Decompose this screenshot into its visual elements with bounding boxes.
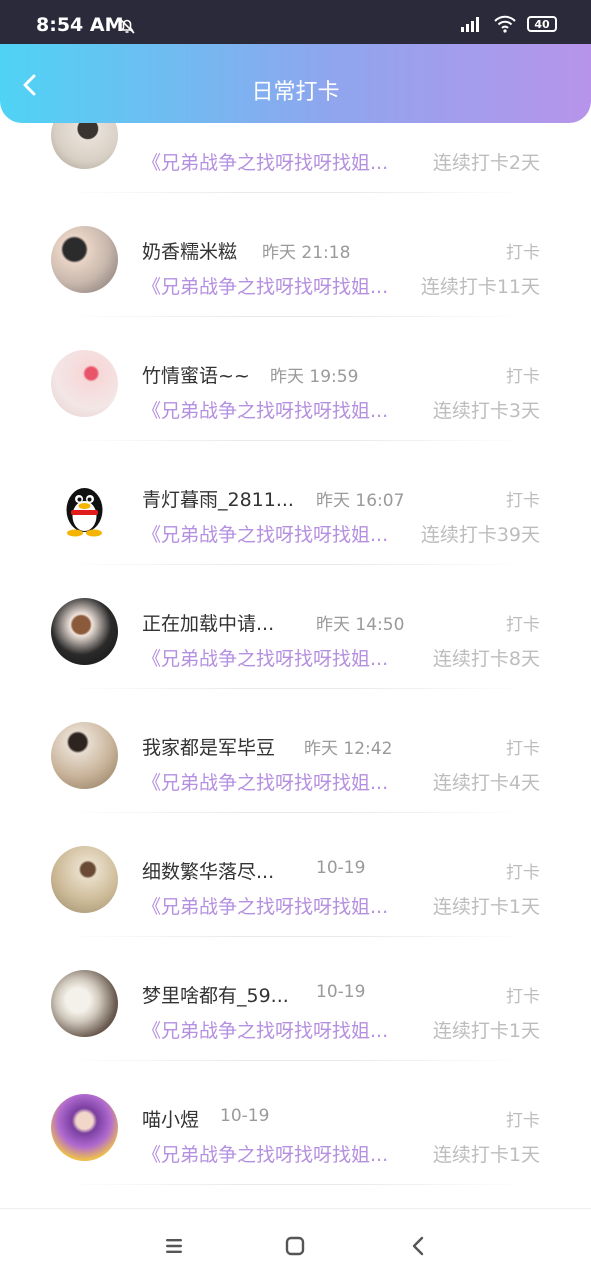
battery-icon: 40 — [527, 16, 557, 32]
user-name: 竹情蜜语~~ — [142, 365, 250, 387]
checkin-tag: 打卡 — [506, 863, 540, 883]
list-item[interactable]: 奶香糯米糍 昨天 21:18 打卡 《兄弟战争之找呀找呀找姐... 连续打卡11… — [0, 193, 591, 317]
avatar — [51, 970, 118, 1037]
list-item[interactable]: 正在加载中请... 昨天 14:50 打卡 《兄弟战争之找呀找呀找姐... 连续… — [0, 565, 591, 689]
signal-icon — [461, 17, 479, 32]
streak-count: 连续打卡11天 — [420, 276, 540, 298]
list-item[interactable]: 我家都是军毕豆 昨天 12:42 打卡 《兄弟战争之找呀找呀找姐... 连续打卡… — [0, 689, 591, 813]
user-name: 喵小煜 — [142, 1109, 200, 1131]
avatar — [51, 598, 118, 665]
menu-icon[interactable] — [161, 1233, 187, 1259]
streak-count: 连续打卡3天 — [432, 400, 540, 422]
checkin-time: 昨天 12:42 — [304, 739, 393, 759]
list-item[interactable]: 竹情蜜语~~ 昨天 19:59 打卡 《兄弟战争之找呀找呀找姐... 连续打卡3… — [0, 317, 591, 441]
battery-level: 40 — [534, 17, 550, 31]
checkin-time: 10-19 — [220, 1106, 270, 1126]
streak-count: 连续打卡1天 — [432, 1144, 540, 1166]
book-title: 《兄弟战争之找呀找呀找姐... — [142, 1020, 389, 1042]
status-time: 8:54 AM — [36, 14, 124, 36]
checkin-time: 10-19 — [316, 982, 366, 1002]
user-name: 正在加载中请... — [142, 613, 275, 635]
book-title: 《兄弟战争之找呀找呀找姐... — [142, 896, 389, 918]
streak-count: 连续打卡2天 — [432, 152, 540, 174]
list-item[interactable]: 《兄弟战争之找呀找呀找姐... 连续打卡2天 — [0, 123, 591, 193]
checkin-tag: 打卡 — [506, 243, 540, 263]
back-icon[interactable] — [406, 1233, 432, 1259]
divider — [60, 1184, 531, 1185]
checkin-time: 昨天 16:07 — [316, 491, 405, 511]
avatar — [51, 1094, 118, 1161]
user-name: 我家都是军毕豆 — [142, 737, 276, 759]
list-item[interactable]: 梦里啥都有_59... 10-19 打卡 《兄弟战争之找呀找呀找姐... 连续打… — [0, 937, 591, 1061]
book-title: 《兄弟战争之找呀找呀找姐... — [142, 276, 389, 298]
user-name: 细数繁华落尽... — [142, 861, 275, 883]
user-name: 奶香糯米糍 — [142, 241, 238, 263]
avatar — [51, 722, 118, 789]
list-item[interactable]: 喵小煜 10-19 打卡 《兄弟战争之找呀找呀找姐... 连续打卡1天 — [0, 1061, 591, 1185]
book-title: 《兄弟战争之找呀找呀找姐... — [142, 772, 389, 794]
book-title: 《兄弟战争之找呀找呀找姐... — [142, 524, 389, 546]
page-title: 日常打卡 — [251, 80, 340, 105]
checkin-time: 昨天 21:18 — [262, 243, 351, 263]
checkin-tag: 打卡 — [506, 615, 540, 635]
checkin-tag: 打卡 — [506, 1111, 540, 1131]
list-item[interactable]: 青灯暮雨_2811... 昨天 16:07 打卡 《兄弟战争之找呀找呀找姐...… — [0, 441, 591, 565]
streak-count: 连续打卡4天 — [432, 772, 540, 794]
streak-count: 连续打卡1天 — [432, 896, 540, 918]
book-title: 《兄弟战争之找呀找呀找姐... — [142, 152, 389, 174]
checkin-tag: 打卡 — [506, 739, 540, 759]
book-title: 《兄弟战争之找呀找呀找姐... — [142, 400, 389, 422]
checkin-tag: 打卡 — [506, 367, 540, 387]
avatar — [51, 226, 118, 293]
list-item[interactable]: 细数繁华落尽... 10-19 打卡 《兄弟战争之找呀找呀找姐... 连续打卡1… — [0, 813, 591, 937]
mute-bell-icon — [119, 18, 135, 34]
page-header: 日常打卡 — [0, 44, 591, 123]
book-title: 《兄弟战争之找呀找呀找姐... — [142, 1144, 389, 1166]
streak-count: 连续打卡1天 — [432, 1020, 540, 1042]
checkin-time: 昨天 14:50 — [316, 615, 405, 635]
checkin-tag: 打卡 — [506, 987, 540, 1007]
user-name: 青灯暮雨_2811... — [142, 489, 294, 511]
streak-count: 连续打卡39天 — [420, 524, 540, 546]
home-square-icon[interactable] — [282, 1233, 308, 1259]
avatar — [51, 350, 118, 417]
status-bar: 8:54 AM 40 — [0, 0, 591, 44]
checkin-time: 昨天 19:59 — [270, 367, 359, 387]
streak-count: 连续打卡8天 — [432, 648, 540, 670]
user-name: 梦里啥都有_59... — [142, 985, 289, 1007]
avatar — [51, 846, 118, 913]
avatar — [51, 123, 118, 169]
system-nav-bar — [0, 1208, 591, 1281]
qq-penguin-icon — [66, 488, 103, 537]
wifi-icon — [494, 15, 516, 33]
checkin-list: 《兄弟战争之找呀找呀找姐... 连续打卡2天 奶香糯米糍 昨天 21:18 打卡… — [0, 123, 591, 1208]
checkin-time: 10-19 — [316, 858, 366, 878]
book-title: 《兄弟战争之找呀找呀找姐... — [142, 648, 389, 670]
checkin-tag: 打卡 — [506, 491, 540, 511]
status-icons: 40 — [459, 15, 557, 33]
avatar — [51, 474, 118, 541]
